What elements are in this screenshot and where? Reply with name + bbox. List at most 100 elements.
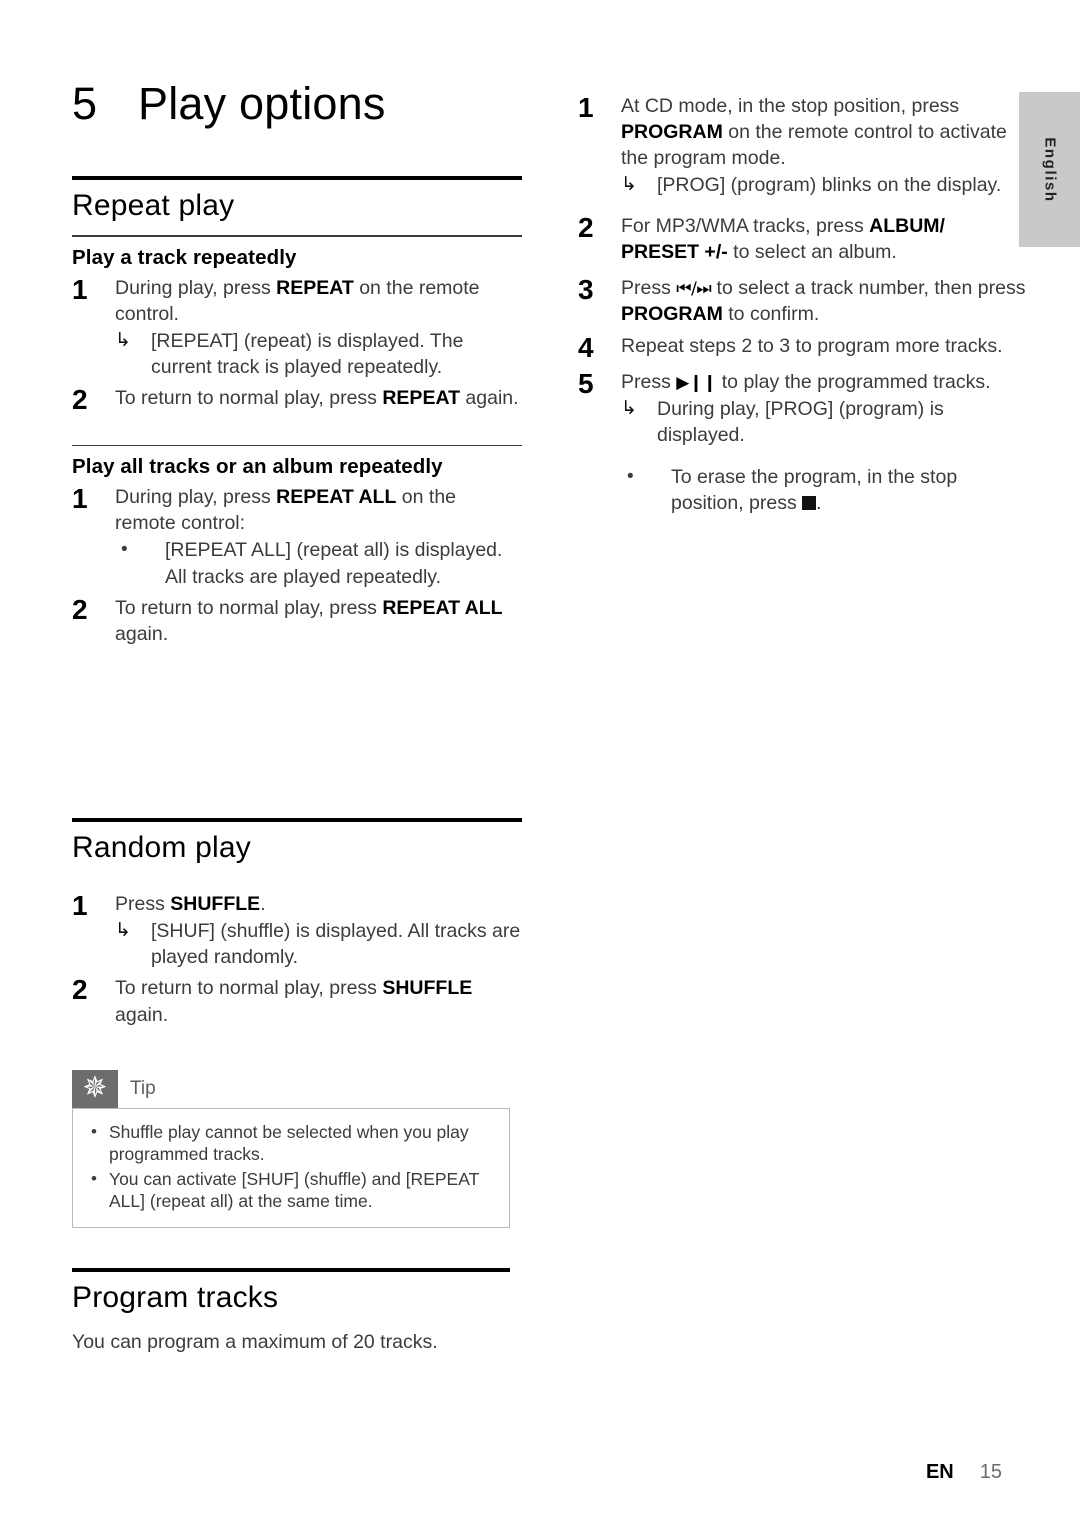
result-line: ↳ [REPEAT] (repeat) is displayed. The cu… xyxy=(115,328,522,380)
section-title-random-play: Random play xyxy=(72,831,251,864)
step-text-part: again. xyxy=(460,387,519,410)
bullet-text: [REPEAT ALL] (repeat all) is displayed. … xyxy=(165,539,503,588)
step-number: 3 xyxy=(578,273,594,305)
bullet-text-part: . xyxy=(816,492,822,515)
asterisk-star-icon: ✵ xyxy=(72,1070,118,1108)
section-title-program-tracks: Program tracks xyxy=(72,1281,279,1314)
bullet-icon: • xyxy=(91,1122,97,1141)
chapter-title: Play options xyxy=(138,78,386,129)
result-text: [REPEAT] (repeat) is displayed. The curr… xyxy=(151,329,464,378)
step-number: 1 xyxy=(578,92,594,123)
step-text: During play, press REPEAT on the remote … xyxy=(115,275,522,327)
page-footer: EN 15 xyxy=(926,1461,1002,1484)
bullet-icon: • xyxy=(627,465,634,487)
result-arrow-icon: ↳ xyxy=(621,397,637,419)
subsection-rule xyxy=(72,444,522,447)
list-item: 1 Press SHUFFLE. ↳ [SHUF] (shuffle) is d… xyxy=(72,891,522,970)
list-item: • You can activate [SHUF] (shuffle) and … xyxy=(83,1168,495,1213)
step-number: 2 xyxy=(72,593,88,625)
manual-page: English 5 Play options Repeat play Play … xyxy=(0,0,1080,1528)
result-text: [PROG] (program) blinks on the display. xyxy=(657,174,1002,197)
step-text: Repeat steps 2 to 3 to program more trac… xyxy=(621,335,1003,357)
step-text: Press SHUFFLE. xyxy=(115,891,522,917)
step-text-part: again. xyxy=(115,622,169,645)
result-arrow-icon: ↳ xyxy=(115,329,131,351)
page-title: 5 Play options xyxy=(72,78,386,130)
result-line: ↳ [PROG] (program) blinks on the display… xyxy=(621,172,1028,198)
step-text: Press ⏮/⏭ to select a track number, then… xyxy=(621,275,1028,327)
step-number: 5 xyxy=(578,367,594,399)
list-item: 3 Press ⏮/⏭ to select a track number, th… xyxy=(578,275,1028,327)
tip-header: ✵ Tip xyxy=(72,1070,510,1108)
step-number: 2 xyxy=(72,384,88,416)
chapter-number: 5 xyxy=(72,78,98,129)
step-text-part: Press xyxy=(621,370,677,393)
step-text-part: to confirm. xyxy=(722,302,820,325)
tip-box: ✵ Tip • Shuffle play cannot be selected … xyxy=(72,1070,510,1228)
stop-icon xyxy=(802,496,817,511)
section-rule-thin xyxy=(72,235,522,237)
result-text: During play, [PROG] (program) is display… xyxy=(657,397,944,446)
key-label: REPEAT ALL xyxy=(382,596,503,619)
section-title-repeat-play: Repeat play xyxy=(72,189,235,222)
key-label: REPEAT xyxy=(276,276,354,299)
program-tracks-intro: You can program a maximum of 20 tracks. xyxy=(72,1331,438,1353)
bullet-icon: • xyxy=(91,1168,97,1188)
section-rule-thick xyxy=(72,818,522,822)
step-text-part: to play the programmed tracks. xyxy=(716,370,991,393)
step-number: 1 xyxy=(72,273,88,305)
list-item: 2 To return to normal play, press REPEAT… xyxy=(72,385,522,415)
key-label: SHUFFLE xyxy=(170,893,261,915)
key-label: REPEAT ALL xyxy=(276,486,397,509)
language-tab-label: English xyxy=(1041,136,1058,203)
key-label: PROGRAM xyxy=(621,302,723,325)
step-text: To return to normal play, press REPEAT A… xyxy=(115,595,522,647)
list-item: 5 Press ▶❙❙ to play the programmed track… xyxy=(578,369,1028,517)
asterisk-star-glyph: ✵ xyxy=(82,1070,108,1106)
step-text-part: to select a track number, then press xyxy=(711,276,1026,299)
bullet-line: • To erase the program, in the stop posi… xyxy=(621,464,1028,516)
list-item: 4 Repeat steps 2 to 3 to program more tr… xyxy=(578,333,1028,363)
list-item: • Shuffle play cannot be selected when y… xyxy=(83,1121,495,1166)
bullet-icon: • xyxy=(121,539,128,561)
footer-page-number: 15 xyxy=(979,1461,1002,1483)
step-text-part: To return to normal play, press xyxy=(115,977,383,1000)
key-label: SHUFFLE xyxy=(382,977,473,1000)
bullet-line: • [REPEAT ALL] (repeat all) is displayed… xyxy=(115,537,522,589)
list-item: 2 For MP3/WMA tracks, press ALBUM/ PRESE… xyxy=(578,213,1028,265)
list-item: 1 During play, press REPEAT on the remot… xyxy=(72,275,522,381)
section-rule-thick xyxy=(72,1268,510,1272)
list-item: 2 To return to normal play, press REPEAT… xyxy=(72,595,522,647)
step-number: 2 xyxy=(72,974,88,1006)
step-text-part: At CD mode, in the stop position, press xyxy=(621,95,960,117)
right-column: 1 At CD mode, in the stop position, pres… xyxy=(578,88,1028,518)
step-text-part: To return to normal play, press xyxy=(115,596,383,619)
footer-locale: EN xyxy=(925,1461,954,1483)
step-text: To return to normal play, press SHUFFLE … xyxy=(115,975,522,1027)
step-text-part: During play, press xyxy=(115,486,277,509)
subheading-play-all-tracks-repeatedly: Play all tracks or an album repeatedly xyxy=(72,455,443,479)
section-rule-thick xyxy=(72,176,522,180)
step-number: 2 xyxy=(578,211,594,243)
tip-text: Shuffle play cannot be selected when you… xyxy=(109,1122,469,1165)
step-text: For MP3/WMA tracks, press ALBUM/ PRESET … xyxy=(621,213,1028,265)
previous-track-icon: ⏮ xyxy=(676,278,692,299)
subheading-play-track-repeatedly: Play a track repeatedly xyxy=(72,245,297,269)
result-arrow-icon: ↳ xyxy=(621,174,637,196)
step-text-part: To return to normal play, press xyxy=(115,387,383,410)
step-text-part: During play, press xyxy=(115,276,277,299)
step-text: Press ▶❙❙ to play the programmed tracks. xyxy=(621,369,1028,395)
step-text-part: . xyxy=(260,893,266,915)
step-number: 1 xyxy=(72,890,88,921)
tip-body: • Shuffle play cannot be selected when y… xyxy=(72,1108,510,1228)
list-item: 1 At CD mode, in the stop position, pres… xyxy=(578,93,1028,199)
step-text-part: to select an album. xyxy=(727,240,897,263)
bullet-text: To erase the program, in the stop positi… xyxy=(671,464,1028,516)
step-text-part: Press xyxy=(115,893,171,915)
result-arrow-icon: ↳ xyxy=(115,920,131,942)
result-line: ↳ [SHUF] (shuffle) is displayed. All tra… xyxy=(115,918,522,970)
step-text: During play, press REPEAT ALL on the rem… xyxy=(115,484,522,536)
step-text: To return to normal play, press REPEAT a… xyxy=(115,385,522,411)
language-tab: English xyxy=(1019,92,1080,247)
step-text-part: again. xyxy=(115,1003,169,1026)
